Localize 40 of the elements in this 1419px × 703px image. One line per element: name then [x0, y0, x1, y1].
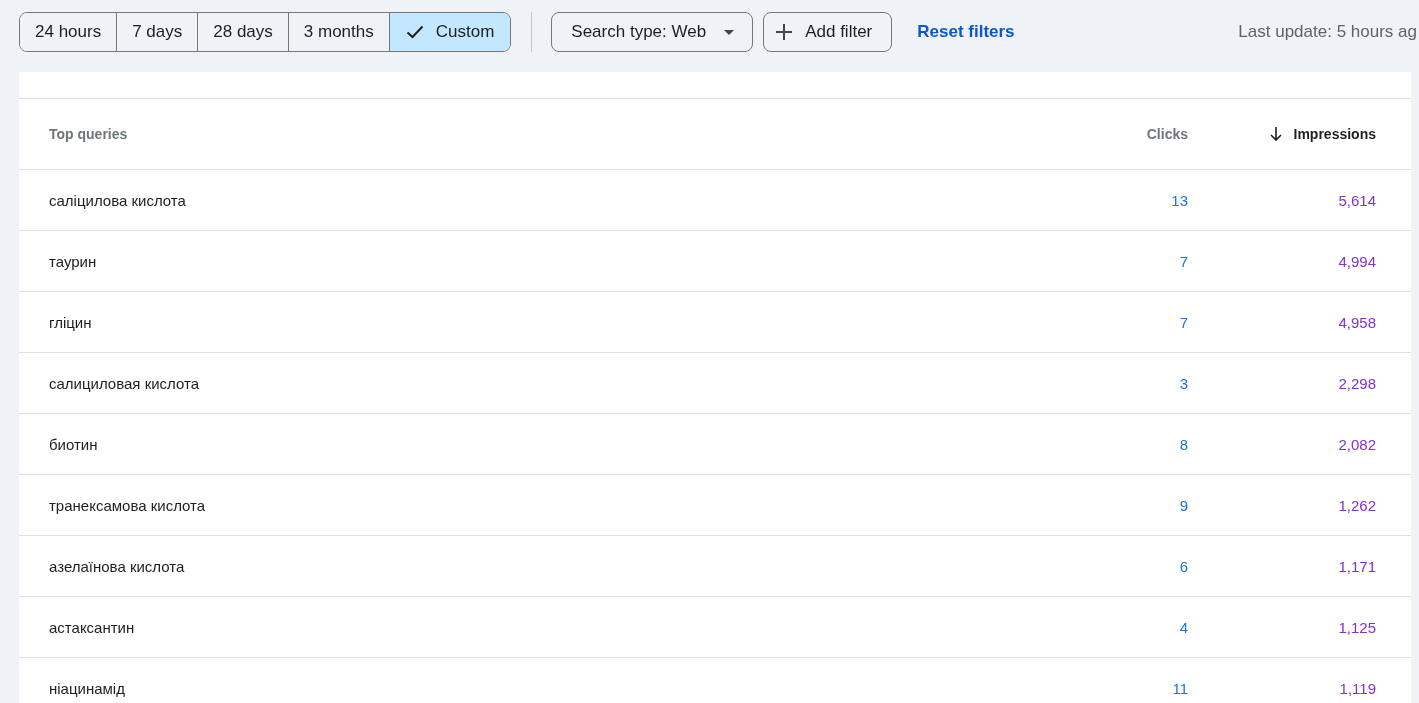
impressions-cell: 1,262 [1338, 496, 1376, 514]
query-cell: транексамова кислота [49, 496, 206, 514]
clicks-cell: 13 [1171, 191, 1188, 209]
impressions-cell: 4,958 [1338, 313, 1376, 331]
impressions-cell: 5,614 [1338, 191, 1376, 209]
last-update-text: Last update: 5 hours ag [1238, 22, 1417, 42]
query-cell: саліцилова кислота [49, 191, 186, 209]
query-cell: ніацинамід [49, 679, 125, 697]
impressions-cell: 4,994 [1338, 252, 1376, 270]
column-header[interactable]: Top queries [49, 126, 988, 142]
impressions-cell: 1,125 [1338, 618, 1376, 636]
clicks-cell: 11 [1172, 679, 1188, 697]
impressions-cell: 2,082 [1338, 435, 1376, 453]
column-header[interactable]: Impressions [1188, 126, 1376, 142]
query-cell: таурин [49, 252, 97, 270]
clicks-cell: 7 [1179, 252, 1188, 270]
query-cell: азелаїнова кислота [49, 557, 185, 575]
query-cell: астаксантин [49, 618, 135, 636]
impressions-cell: 1,171 [1338, 557, 1376, 575]
add-filter-button[interactable]: Add filter [763, 12, 893, 52]
date-range-button[interactable]: 24 hours [20, 13, 118, 51]
query-cell: салициловая кислота [49, 374, 200, 392]
check-icon [405, 25, 424, 39]
impressions-cell: 1,119 [1339, 679, 1376, 697]
clicks-cell: 9 [1179, 496, 1188, 514]
reset-filters-link[interactable]: Reset filters [917, 22, 1015, 42]
clicks-cell: 7 [1179, 313, 1188, 331]
column-header[interactable]: Clicks [988, 126, 1188, 142]
clicks-cell: 3 [1179, 374, 1188, 392]
clicks-cell: 4 [1179, 618, 1188, 636]
query-cell: гліцин [49, 313, 92, 331]
impressions-cell: 2,298 [1338, 374, 1376, 392]
search-type-dropdown[interactable]: Search type: Web [551, 12, 754, 52]
dropdown-caret-icon [724, 29, 735, 35]
date-range-button[interactable]: Custom [389, 13, 511, 51]
query-cell: биотин [49, 435, 98, 453]
clicks-cell: 8 [1179, 435, 1188, 453]
sort-down-arrow-icon [1269, 127, 1282, 141]
clicks-cell: 6 [1179, 557, 1188, 575]
plus-icon [776, 24, 793, 40]
